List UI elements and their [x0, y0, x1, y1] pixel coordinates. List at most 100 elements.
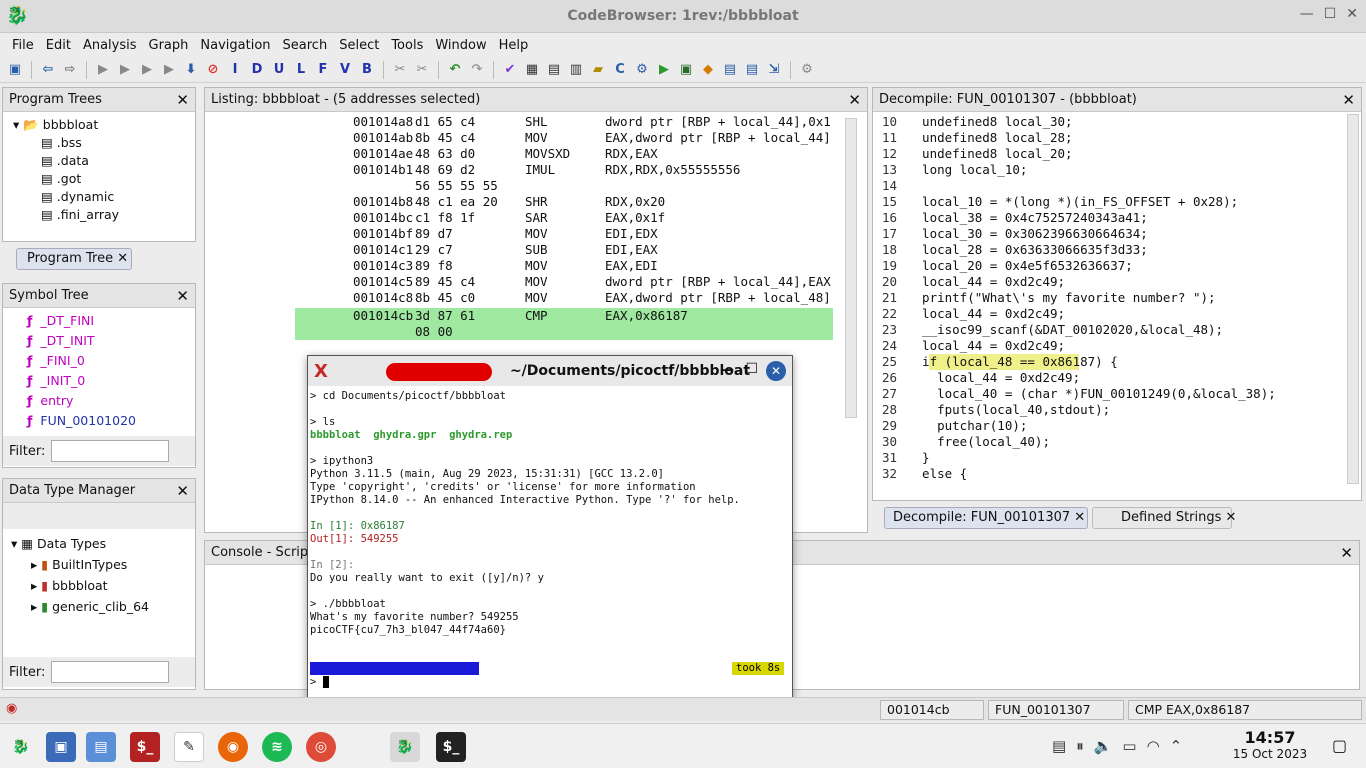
code-line-highlighted[interactable]: 25 if (local_48 == 0x86187) {	[873, 354, 1118, 370]
u-icon[interactable]: U	[270, 61, 288, 79]
maximize-icon[interactable]: ☐	[1324, 6, 1337, 22]
back-icon[interactable]: ⇦	[39, 61, 57, 79]
maximize-icon[interactable]: ☐	[745, 361, 758, 377]
code-line[interactable]: 21 printf("What\'s my favorite number? "…	[873, 290, 1216, 306]
tool-icon-9[interactable]: ⇲	[765, 61, 783, 79]
tab-program-tree[interactable]: Program Tree ✕	[16, 248, 132, 270]
close-icon[interactable]: ✕	[766, 361, 786, 381]
dtm-item[interactable]: ▸ ▮ bbbbloat	[11, 577, 195, 598]
close-icon[interactable]: ✕	[176, 91, 189, 109]
code-line[interactable]: 11 undefined8 local_28;	[873, 130, 1073, 146]
listing-row[interactable]: 08 00	[295, 324, 833, 340]
decompile-body[interactable]: 10 undefined8 local_30; 11 undefined8 lo…	[873, 114, 1345, 484]
d-icon[interactable]: D	[248, 61, 266, 79]
spotify-icon[interactable]: ≋	[262, 732, 292, 762]
code-line[interactable]: 29 putchar(10);	[873, 418, 1027, 434]
code-line[interactable]: 10 undefined8 local_30;	[873, 114, 1073, 130]
code-line[interactable]: 13 long local_10;	[873, 162, 1027, 178]
tab-defined-strings[interactable]: Defined Strings ✕	[1092, 507, 1236, 529]
menu-navigation[interactable]: Navigation	[194, 38, 276, 53]
volume-icon[interactable]: 🔈	[1094, 737, 1113, 755]
undo-icon[interactable]: ↶	[446, 61, 464, 79]
code-line[interactable]: 32 else {	[873, 466, 967, 482]
code-line[interactable]: 12 undefined8 local_20;	[873, 146, 1073, 162]
kali-menu-icon[interactable]: 🐉	[6, 732, 36, 762]
prompt-cursor[interactable]: > _	[310, 676, 329, 689]
nav-icon-4[interactable]: ▶	[160, 61, 178, 79]
listing-row[interactable]: 56 55 55 55	[295, 178, 833, 194]
minimize-icon[interactable]: —	[720, 362, 734, 378]
nav-icon-1[interactable]: ▶	[94, 61, 112, 79]
close-icon[interactable]: ✕	[848, 91, 861, 109]
l-icon[interactable]: L	[292, 61, 310, 79]
tool-icon-4[interactable]: ▤	[545, 61, 563, 79]
listing-row[interactable]: 001014ae 48 63 d0 MOVSXD RDX,EAX	[295, 146, 833, 162]
menu-help[interactable]: Help	[493, 38, 535, 53]
code-line[interactable]: 26 local_44 = 0xd2c49;	[873, 370, 1080, 386]
listing-row[interactable]: 001014c5 89 45 c4 MOV dword ptr [RBP + loca…	[295, 274, 833, 290]
b-icon[interactable]: B	[358, 61, 376, 79]
terminal-root-icon[interactable]: $_	[130, 732, 160, 762]
code-line[interactable]: 27 local_40 = (char *)FUN_00101249(0,&lo…	[873, 386, 1276, 402]
down-arrow-icon[interactable]: ⬇	[182, 61, 200, 79]
menu-analysis[interactable]: Analysis	[77, 38, 143, 53]
pause-icon[interactable]: ⏸	[1076, 737, 1084, 755]
listing-scrollbar[interactable]	[845, 118, 857, 418]
dtm-filter-input[interactable]	[51, 661, 170, 683]
desktop-icon[interactable]: ▣	[46, 732, 76, 762]
tool-icon-3[interactable]: ▦	[523, 61, 541, 79]
code-line[interactable]: 28 fputs(local_40,stdout);	[873, 402, 1110, 418]
code-line[interactable]: 18 local_28 = 0x63633066635f3d33;	[873, 242, 1148, 258]
listing-row[interactable]: 001014b1 48 69 d2 IMUL RDX,RDX,0x55555556	[295, 162, 833, 178]
close-icon[interactable]: ✕	[1346, 6, 1358, 22]
code-line[interactable]: 14	[873, 178, 907, 194]
listing-row[interactable]: 001014c1 29 c7 SUB EDI,EAX	[295, 242, 833, 258]
tree-item[interactable]: ▤ .data	[13, 152, 195, 170]
tree-item[interactable]: ▤ .fini_array	[13, 206, 195, 224]
listing-row[interactable]: 001014c3 89 f8 MOV EAX,EDI	[295, 258, 833, 274]
run-icon[interactable]: ▶	[655, 61, 673, 79]
chevron-up-icon[interactable]: ⌃	[1170, 737, 1183, 755]
check-icon[interactable]: ✔	[501, 61, 519, 79]
folder-icon[interactable]: ▰	[589, 61, 607, 79]
code-line[interactable]: 16 local_38 = 0x4c75257240343a41;	[873, 210, 1148, 226]
battery-icon[interactable]: ▭	[1122, 737, 1136, 755]
listing-row[interactable]: 001014a8 d1 65 c4 SHL dword ptr [RBP + loca…	[295, 114, 833, 130]
symbol-filter-input[interactable]	[51, 440, 170, 462]
tree-root[interactable]: ▾ 📂 bbbbloat	[13, 116, 195, 134]
forward-icon[interactable]: ⇨	[61, 61, 79, 79]
menu-file[interactable]: File	[6, 38, 40, 53]
tree-item[interactable]: ▤ .bss	[13, 134, 195, 152]
minimize-icon[interactable]: —	[1300, 6, 1314, 22]
tool-icon-10[interactable]: ⚙	[798, 61, 816, 79]
tool-icon-6[interactable]: ▣	[677, 61, 695, 79]
stop-icon[interactable]: ⊘	[204, 61, 222, 79]
ghidra-taskbar-icon[interactable]: 🐉	[390, 732, 420, 762]
code-line[interactable]: 20 local_44 = 0xd2c49;	[873, 274, 1065, 290]
tool-icon-7[interactable]: ▤	[721, 61, 739, 79]
listing-row[interactable]: 001014ab 8b 45 c4 MOV EAX,dword ptr [RBP + …	[295, 130, 833, 146]
code-line[interactable]: 22 local_44 = 0xd2c49;	[873, 306, 1065, 322]
tab-decompile[interactable]: Decompile: FUN_00101307 ✕	[884, 507, 1088, 529]
terminal-taskbar-icon[interactable]: $_	[436, 732, 466, 762]
redo-icon[interactable]: ↷	[468, 61, 486, 79]
cf-icon[interactable]: C	[611, 61, 629, 79]
menu-window[interactable]: Window	[429, 38, 492, 53]
firefox-icon[interactable]: ◉	[218, 732, 248, 762]
menu-search[interactable]: Search	[277, 38, 334, 53]
code-line[interactable]: 30 free(local_40);	[873, 434, 1050, 450]
close-icon[interactable]: ✕	[117, 251, 128, 266]
f-icon[interactable]: F	[314, 61, 332, 79]
close-icon[interactable]: ✕	[1340, 544, 1353, 562]
symbol-item[interactable]: ƒ _INIT_0	[27, 372, 195, 392]
graph-icon[interactable]: ⚙	[633, 61, 651, 79]
code-line[interactable]: 31 }	[873, 450, 930, 466]
tool-icon-8[interactable]: ▤	[743, 61, 761, 79]
code-line[interactable]: 23 __isoc99_scanf(&DAT_00102020,&local_4…	[873, 322, 1223, 338]
menu-graph[interactable]: Graph	[143, 38, 195, 53]
menu-edit[interactable]: Edit	[40, 38, 77, 53]
close-icon[interactable]: ✕	[176, 482, 189, 500]
dtm-item[interactable]: ▸ ▮ BuiltInTypes	[11, 556, 195, 577]
tree-item[interactable]: ▤ .got	[13, 170, 195, 188]
symbol-item[interactable]: ƒ FUN_00101020	[27, 412, 195, 432]
